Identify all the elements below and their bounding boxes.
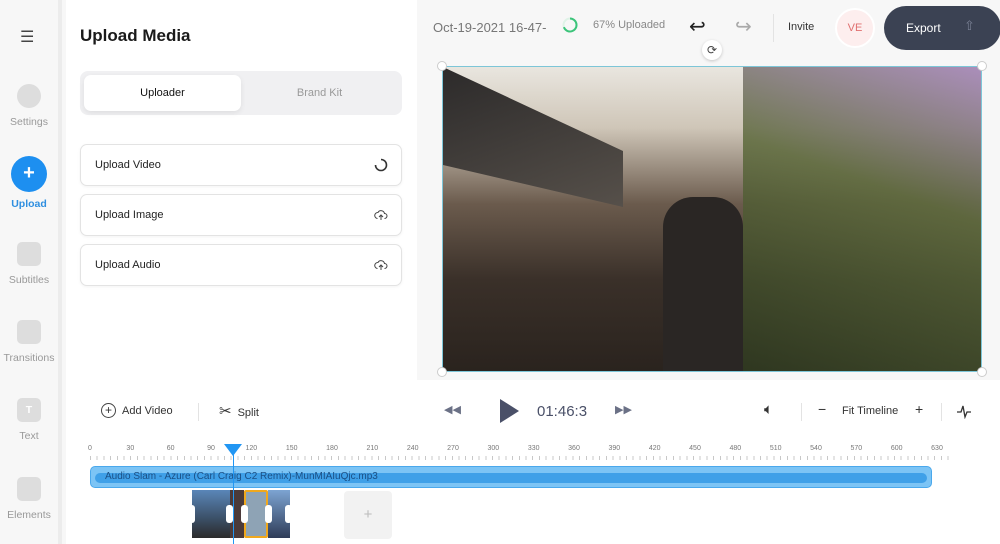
ruler-tick-label: 0: [88, 445, 92, 452]
clip-trim-handle[interactable]: [265, 505, 272, 523]
ruler-tick-label: 570: [850, 445, 863, 452]
ruler-tick-label: 600: [890, 445, 903, 452]
menu-icon[interactable]: ☰: [20, 27, 34, 47]
elements-icon: [17, 477, 41, 501]
subtitles-icon: [17, 242, 41, 266]
ruler-tick-label: 90: [207, 445, 215, 452]
add-clip-button[interactable]: +: [344, 491, 392, 539]
sidebar-item-subtitles[interactable]: Subtitles: [0, 242, 58, 286]
project-name[interactable]: Oct-19-2021 16-47-: [433, 20, 546, 35]
ruler-tick-label: 210: [366, 445, 379, 452]
ruler-tick-label: 60: [166, 445, 175, 452]
audio-track[interactable]: Audio Slam - Azure (Carl Craig C2 Remix)…: [90, 466, 932, 488]
upload-image-button[interactable]: Upload Image: [80, 194, 402, 236]
ruler-minor-ticks[interactable]: [90, 456, 950, 460]
avatar[interactable]: VE: [835, 8, 875, 48]
ruler-tick-label: 360: [568, 445, 580, 452]
ruler-tick-label: 630: [931, 445, 943, 452]
ruler-tick-label: 150: [285, 445, 298, 452]
sidebar-item-upload[interactable]: + Upload: [0, 156, 58, 210]
audio-track-label: Audio Slam - Azure (Carl Craig C2 Remix)…: [105, 471, 378, 482]
divider: [773, 14, 774, 42]
ruler-tick-label: 450: [689, 445, 701, 452]
scissors-icon: ✂: [219, 403, 232, 420]
upload-progress-ring: [562, 17, 578, 33]
upload-panel: Upload Media Uploader Brand Kit Upload V…: [66, 0, 417, 380]
person-shape: [663, 197, 743, 371]
video-preview[interactable]: [442, 66, 982, 372]
upload-status: 67% Uploaded: [593, 19, 666, 31]
add-video-button[interactable]: + Add Video: [101, 403, 173, 418]
ruler-tick-label: 30: [126, 445, 135, 452]
ruler-tick-label: 240: [406, 445, 419, 452]
export-button[interactable]: Export ⇧: [884, 6, 1000, 50]
tab-uploader[interactable]: Uploader: [84, 75, 241, 111]
share-icon: ⇧: [964, 18, 975, 33]
resize-handle[interactable]: [977, 367, 987, 377]
sidebar: ☰ Settings + Upload Subtitles Transitions…: [0, 0, 62, 544]
divider: [801, 403, 802, 421]
trees-shape: [743, 67, 981, 371]
current-time: 01:46:3: [537, 403, 588, 420]
cloud-upload-icon: [374, 260, 388, 270]
sidebar-item-transitions[interactable]: Transitions: [0, 320, 58, 364]
resize-handle[interactable]: [437, 61, 447, 71]
video-clip[interactable]: [192, 490, 230, 538]
sidebar-item-text[interactable]: T Text: [0, 398, 58, 442]
add-circle-icon: +: [101, 403, 116, 418]
ruler-tick-label: 330: [527, 445, 540, 452]
ruler-tick-label: 540: [810, 445, 822, 452]
clip-trim-handle[interactable]: [285, 505, 292, 523]
ruler-tick-label: 480: [729, 445, 742, 452]
sidebar-item-settings[interactable]: Settings: [0, 84, 58, 128]
fast-forward-icon[interactable]: ▶▶: [615, 403, 632, 416]
ruler-tick-label: 120: [245, 445, 258, 452]
split-button[interactable]: ✂ Split: [219, 402, 259, 420]
umbrella-shape: [443, 67, 623, 207]
play-icon[interactable]: [497, 398, 521, 424]
ruler-tick-label: 300: [487, 445, 500, 452]
upload-audio-button[interactable]: Upload Audio: [80, 244, 402, 286]
tab-brand-kit[interactable]: Brand Kit: [241, 75, 398, 111]
plus-icon: +: [11, 156, 47, 192]
ruler-tick-label: 270: [447, 445, 459, 452]
fit-timeline-button[interactable]: Fit Timeline: [842, 405, 898, 417]
panel-title: Upload Media: [80, 26, 191, 45]
ruler-tick-label: 390: [608, 445, 621, 452]
tab-bar: Uploader Brand Kit: [80, 71, 402, 115]
volume-icon[interactable]: 🔈︎: [764, 401, 773, 418]
resize-handle[interactable]: [977, 61, 987, 71]
resize-handle[interactable]: [437, 367, 447, 377]
redo-icon[interactable]: ↪: [735, 14, 752, 39]
divider: [941, 403, 942, 421]
playhead-line: [232, 454, 234, 544]
rotate-icon[interactable]: ⟳: [702, 40, 722, 60]
divider: [198, 403, 199, 421]
cloud-upload-icon: [374, 210, 388, 220]
zoom-in-button[interactable]: +: [915, 401, 923, 417]
undo-icon[interactable]: ↩: [689, 14, 706, 39]
text-icon: T: [17, 398, 41, 422]
transitions-icon: [17, 320, 41, 344]
clip-trim-handle[interactable]: [188, 505, 195, 523]
sidebar-item-elements[interactable]: Elements: [0, 477, 58, 521]
ruler-tick-label: 180: [326, 445, 338, 452]
clip-trim-handle[interactable]: [241, 505, 248, 523]
ruler-tick-label: 510: [769, 445, 782, 452]
spinner-icon: [374, 158, 388, 172]
rewind-icon[interactable]: ◀◀: [444, 403, 461, 416]
ruler-tick-label: 420: [648, 445, 661, 452]
invite-button[interactable]: Invite: [788, 21, 814, 33]
waveform-icon[interactable]: [956, 403, 972, 419]
zoom-out-button[interactable]: −: [818, 401, 826, 417]
settings-icon: [17, 84, 41, 108]
upload-video-button[interactable]: Upload Video: [80, 144, 402, 186]
